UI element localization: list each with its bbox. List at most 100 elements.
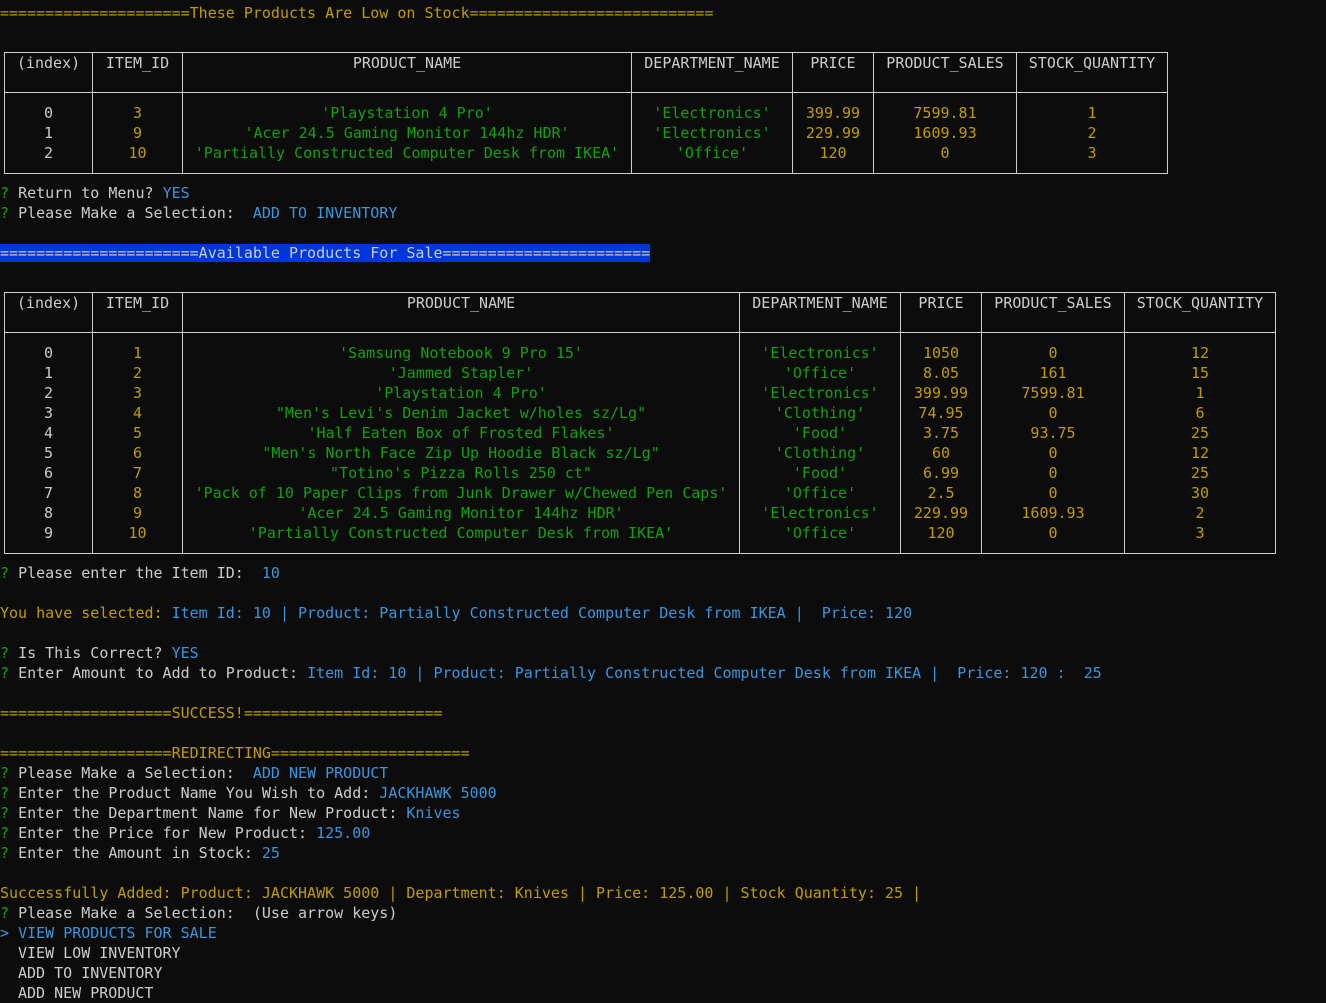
selected-label: You have selected: (0, 604, 163, 622)
table-cell: 5 (132, 424, 143, 442)
question-mark: ? (0, 824, 10, 842)
low-stock-table: (index) ITEM_ID PRODUCT_NAME DEPARTMENT_… (4, 52, 1168, 174)
table-cell: 0 (1048, 524, 1058, 542)
prompt-label: Enter the Department Name for New Produc… (18, 804, 398, 822)
available-banner-text[interactable]: ======================Available Products… (0, 244, 651, 262)
table-cell: 1609.93 (1021, 504, 1085, 522)
menu-option-add-new-product[interactable]: ADD NEW PRODUCT (18, 983, 153, 1003)
selected-summary: You have selected: Item Id: 10 | Product… (0, 603, 912, 623)
product-sales-column: 7599.81 1609.93 0 (873, 92, 1017, 174)
table-cell: 'Samsung Notebook 9 Pro 15' (339, 344, 583, 362)
table-cell: 6 (1195, 404, 1205, 422)
prompt-label: Enter the Amount in Stock: (18, 844, 253, 862)
table-cell: 2 (43, 144, 54, 162)
table-cell: 30 (1190, 484, 1210, 502)
question-mark: ? (0, 204, 10, 222)
prompt-answer: ADD TO INVENTORY (252, 204, 398, 222)
table-cell: 7599.81 (913, 104, 977, 122)
menu-hint: (Use arrow keys) (252, 904, 398, 922)
menu-option-view-products[interactable]: > VIEW PRODUCTS FOR SALE (0, 923, 217, 943)
question-mark: ? (0, 564, 10, 582)
table-cell: 12 (1190, 344, 1210, 362)
table-cell: 3 (43, 404, 54, 422)
table-cell: 229.99 (913, 504, 969, 522)
table-cell: 0 (43, 104, 54, 122)
product-sales-column: 0 161 7599.81 0 93.75 0 0 0 1609.93 0 (981, 332, 1125, 554)
col-header: ITEM_ID (92, 292, 183, 333)
question-mark: ? (0, 904, 10, 922)
table-cell: 'Partially Constructed Computer Desk fro… (248, 524, 674, 542)
menu-option-view-low-inventory[interactable]: VIEW LOW INVENTORY (18, 943, 181, 963)
table-cell: 'Playstation 4 Pro' (375, 384, 547, 402)
question-mark: ? (0, 784, 10, 802)
col-header: PRODUCT_NAME (182, 52, 632, 93)
table-cell: 3.75 (922, 424, 960, 442)
table-cell: 'Jammed Stapler' (388, 364, 534, 382)
table-cell: 1050 (922, 344, 960, 362)
col-header: STOCK_QUANTITY (1016, 52, 1168, 93)
table-cell: "Men's Levi's Denim Jacket w/holes sz/Lg… (275, 404, 647, 422)
available-banner[interactable]: ======================Available Products… (0, 243, 651, 263)
question-mark: ? (0, 804, 10, 822)
product-name-column: 'Samsung Notebook 9 Pro 15' 'Jammed Stap… (182, 332, 740, 554)
table-cell: 'Playstation 4 Pro' (321, 104, 493, 122)
prompt-department: ? Enter the Department Name for New Prod… (0, 803, 461, 823)
table-cell: 3 (132, 384, 143, 402)
low-stock-banner: =====================These Products Are … (0, 4, 714, 22)
department-column: 'Electronics' 'Electronics' 'Office' (631, 92, 793, 174)
prompt-label: Please Make a Selection: (18, 204, 235, 222)
table-cell: 3 (1195, 524, 1205, 542)
prompt-label: Please Make a Selection: (18, 764, 235, 782)
table-cell: 'Office' (675, 144, 749, 162)
stock-quantity-column: 12 15 1 6 25 12 25 30 2 3 (1124, 332, 1276, 554)
col-header: (index) (4, 52, 93, 93)
prompt-label: Please Make a Selection: (18, 904, 235, 922)
table-cell: 'Partially Constructed Computer Desk fro… (194, 144, 620, 162)
col-header: DEPARTMENT_NAME (739, 292, 901, 333)
table-cell: 'Clothing' (774, 444, 866, 462)
table-cell: 60 (931, 444, 951, 462)
table-cell: 6 (43, 464, 54, 482)
added-message: Successfully Added: Product: JACKHAWK 50… (0, 884, 922, 902)
menu-option-label[interactable]: VIEW PRODUCTS FOR SALE (18, 924, 217, 942)
table-cell: 0 (1048, 344, 1058, 362)
prompt-price: ? Enter the Price for New Product: 125.0… (0, 823, 370, 843)
table-cell: 10 (128, 144, 147, 162)
table-cell: 'Office' (783, 484, 857, 502)
col-header: (index) (4, 292, 93, 333)
table-cell: 'Half Eaten Box of Frosted Flakes' (307, 424, 615, 442)
prompt-answer: YES (171, 644, 199, 662)
col-header: DEPARTMENT_NAME (631, 52, 793, 93)
prompt-return-menu: ? Return to Menu? YES (0, 183, 190, 203)
prompt-answer: Knives (406, 804, 461, 822)
table-cell: 3 (1087, 144, 1097, 162)
question-mark: ? (0, 184, 10, 202)
prompt-selection: ? Please Make a Selection: ADD TO INVENT… (0, 203, 397, 223)
table-cell: "Totino's Pizza Rolls 250 ct" (330, 464, 592, 482)
product-name-column: 'Playstation 4 Pro' 'Acer 24.5 Gaming Mo… (182, 92, 632, 174)
success-banner: ===================SUCCESS!=============… (0, 704, 443, 722)
prompt-label: Enter the Product Name You Wish to Add: (18, 784, 371, 802)
table-cell: 9 (132, 124, 143, 142)
col-header: ITEM_ID (92, 52, 183, 93)
table-cell: 12 (1190, 444, 1210, 462)
prompt-label: Enter the Price for New Product: (18, 824, 308, 842)
prompt-label: Please enter the Item ID: (18, 564, 244, 582)
table-cell: 4 (43, 424, 54, 442)
menu-option-add-to-inventory[interactable]: ADD TO INVENTORY (18, 963, 163, 983)
table-cell: 1609.93 (913, 124, 977, 142)
table-cell: 6.99 (922, 464, 960, 482)
table-cell: 7 (132, 464, 143, 482)
table-cell: 'Electronics' (761, 504, 879, 522)
item-id-column: 1 2 3 4 5 6 7 8 9 10 (92, 332, 183, 554)
prompt-context: Item Id: 10 | Product: Partially Constru… (307, 664, 1066, 682)
table-cell: 2 (132, 364, 143, 382)
table-cell: 0 (43, 344, 54, 362)
table-cell: 399.99 (805, 104, 861, 122)
table-cell: 3 (132, 104, 143, 122)
col-header: STOCK_QUANTITY (1124, 292, 1276, 333)
item-id-column: 3 9 10 (92, 92, 183, 174)
table-cell: 'Electronics' (761, 384, 879, 402)
prompt-label: Enter Amount to Add to Product: (18, 664, 299, 682)
table-cell: 0 (1048, 444, 1058, 462)
